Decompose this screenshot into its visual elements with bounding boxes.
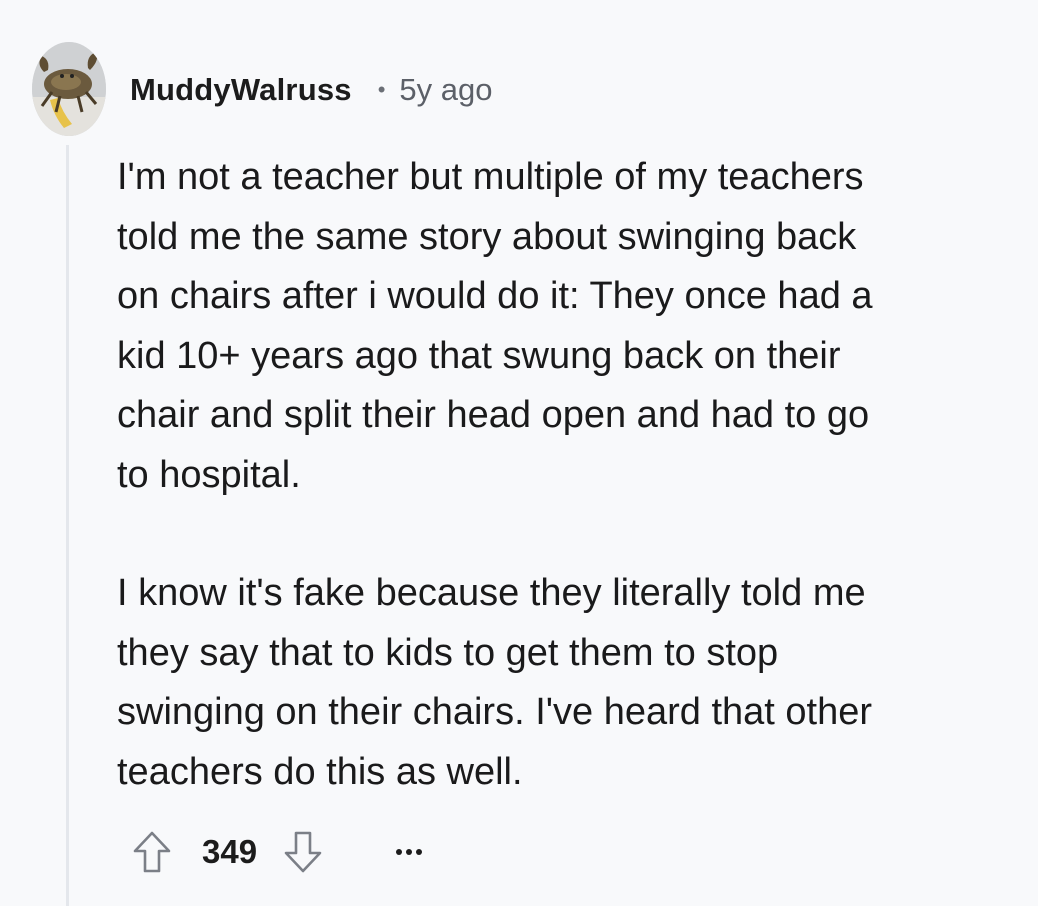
author-username[interactable]: MuddyWalruss xyxy=(130,72,352,108)
crab-avatar-image xyxy=(32,42,106,136)
arrow-down-outline-icon xyxy=(284,831,322,873)
comment-timestamp[interactable]: 5y ago xyxy=(399,72,492,108)
upvote-button[interactable] xyxy=(126,824,178,880)
ellipsis-icon xyxy=(416,849,423,855)
vote-score: 349 xyxy=(202,833,258,870)
meta-separator: • xyxy=(377,77,386,102)
avatar[interactable] xyxy=(32,42,106,136)
arrow-up-outline-icon xyxy=(133,831,171,873)
comment-body: I'm not a teacher but multiple of my tea… xyxy=(117,148,1017,802)
more-options-button[interactable] xyxy=(389,832,429,872)
comment-paragraph: I know it's fake because they literally … xyxy=(117,572,873,793)
comment-paragraph: I'm not a teacher but multiple of my tea… xyxy=(117,156,873,496)
comment-action-bar: 349 xyxy=(126,822,429,882)
comment-header: MuddyWalruss • 5y ago xyxy=(130,66,493,114)
ellipsis-icon xyxy=(406,849,413,855)
ellipsis-icon xyxy=(396,849,403,855)
thread-line[interactable] xyxy=(66,145,69,906)
downvote-button[interactable] xyxy=(277,824,329,880)
